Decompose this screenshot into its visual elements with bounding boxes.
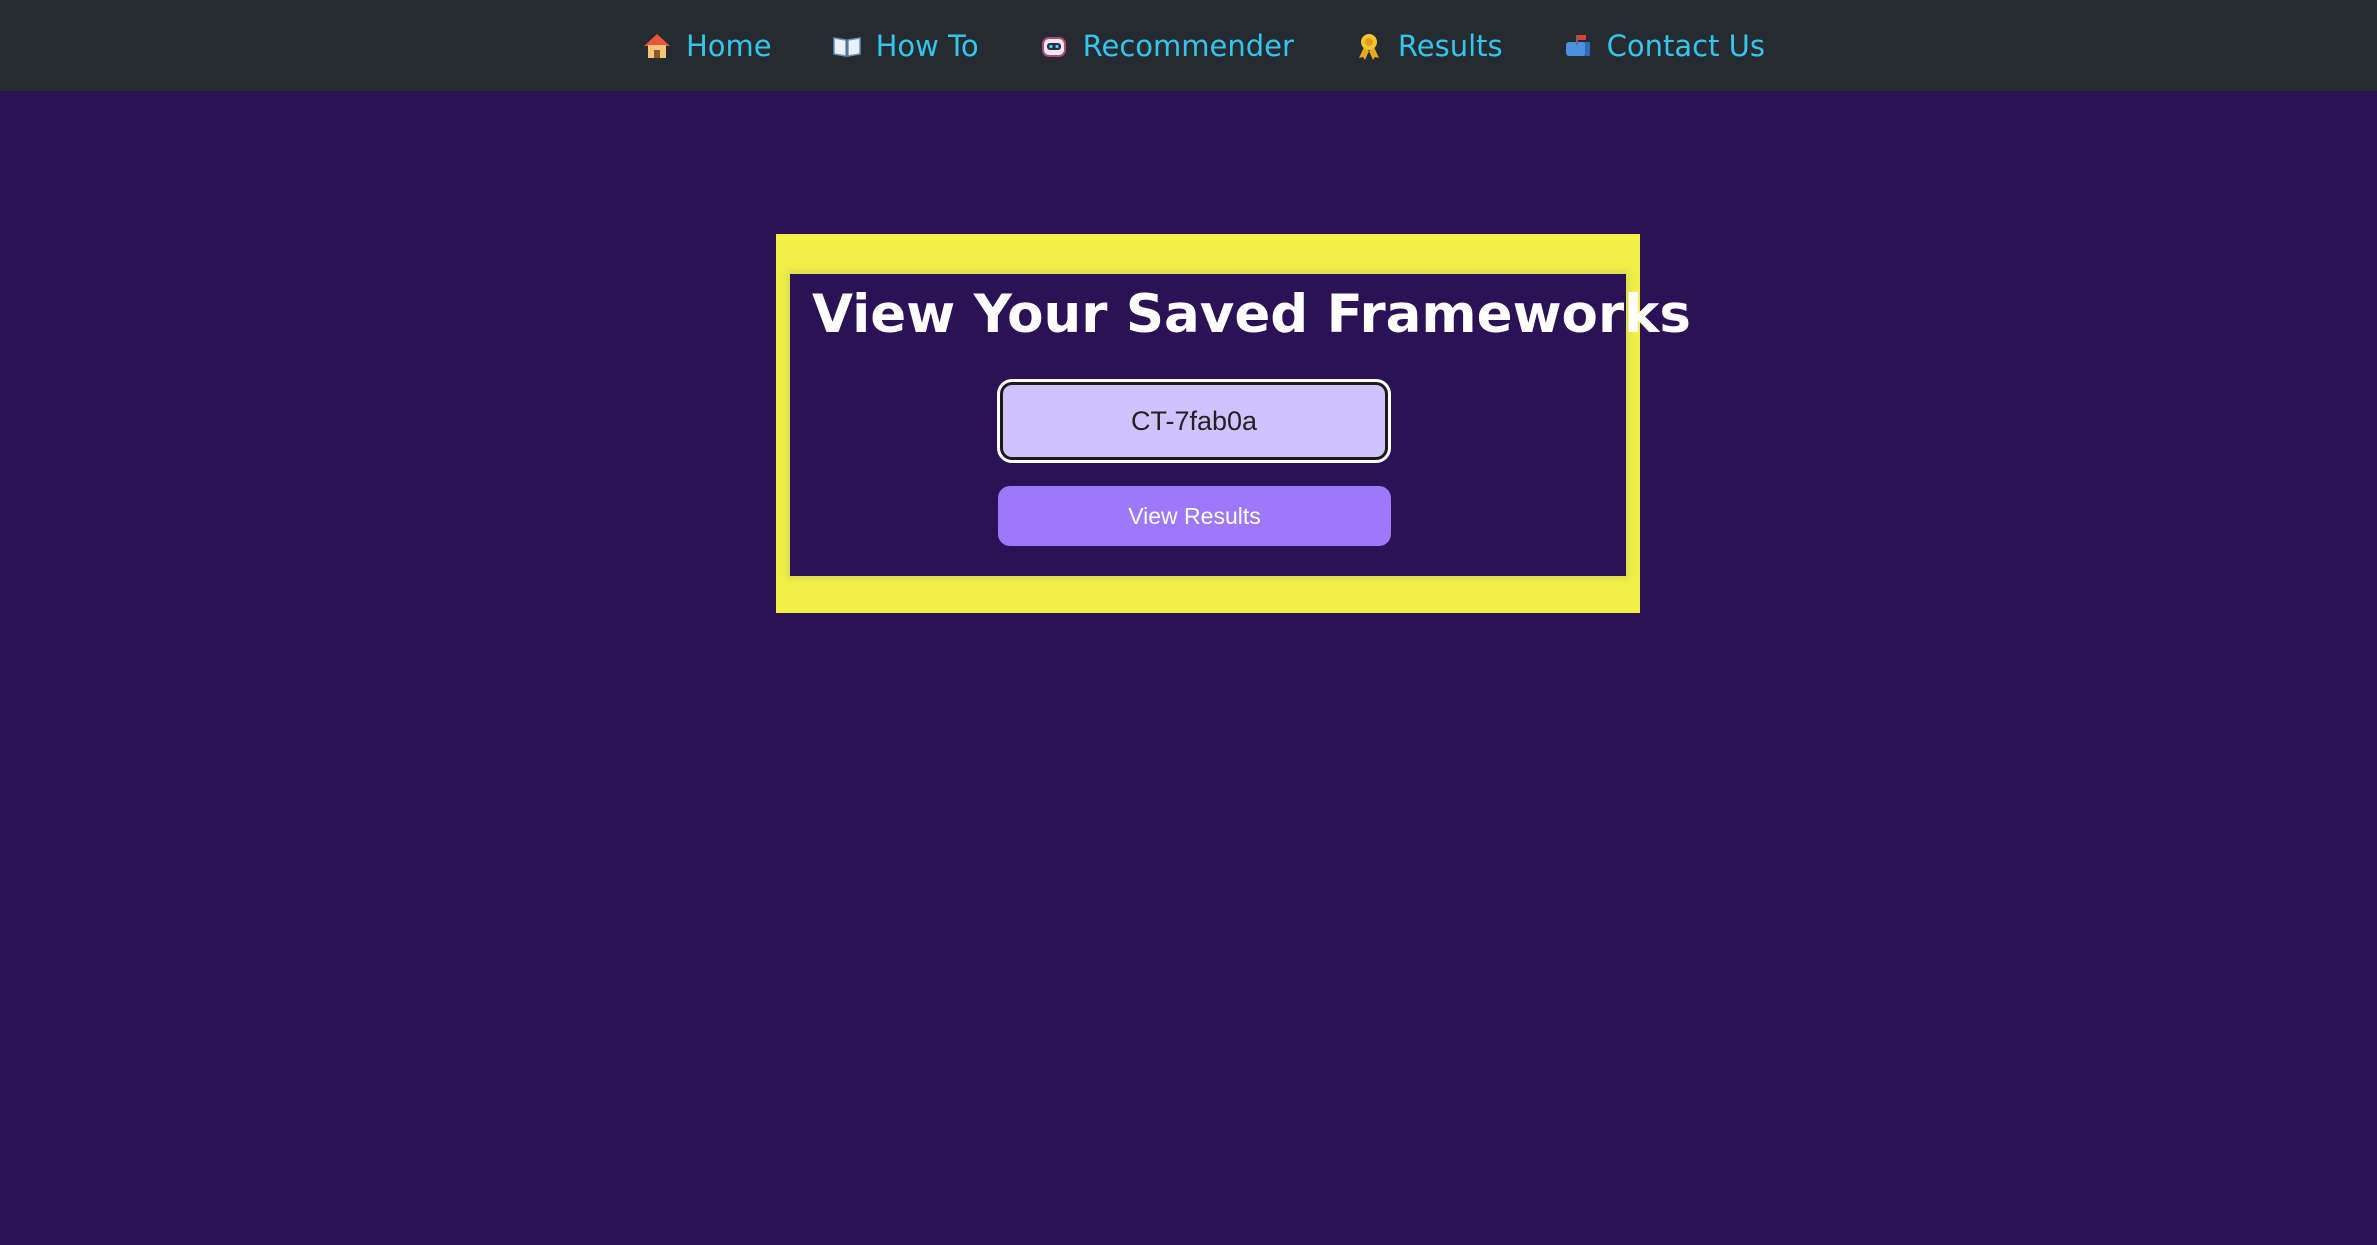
nav-item-home[interactable]: Home [642, 29, 772, 63]
nav-item-results[interactable]: Results [1354, 29, 1503, 63]
nav-item-recommender[interactable]: Recommender [1039, 29, 1294, 63]
card-title: View Your Saved Frameworks [812, 284, 1691, 345]
saved-frameworks-frame: View Your Saved Frameworks View Results [776, 234, 1691, 613]
nav-item-contact-us[interactable]: Contact Us [1563, 29, 1765, 63]
robot-icon [1041, 36, 1066, 57]
nav-item-label: Results [1397, 28, 1503, 63]
house-icon [643, 33, 670, 58]
nav-item-label: Contact Us [1606, 28, 1766, 63]
nav-item-label: How To [875, 28, 979, 63]
mailbox-icon [1565, 34, 1590, 56]
saved-frameworks-card: View Your Saved Frameworks View Results [790, 274, 1691, 576]
open-book-icon [832, 36, 861, 57]
top-navbar: Home How To Recommender Results Contact … [0, 0, 2377, 91]
main-content: View Your Saved Frameworks View Results [0, 91, 2377, 1245]
view-results-button[interactable]: View Results [998, 486, 1391, 546]
nav-item-how-to[interactable]: How To [832, 29, 979, 63]
nav-item-label: Recommender [1082, 28, 1294, 63]
ribbon-icon [1358, 33, 1379, 60]
framework-code-input[interactable] [997, 379, 1391, 463]
nav-item-label: Home [685, 28, 772, 63]
